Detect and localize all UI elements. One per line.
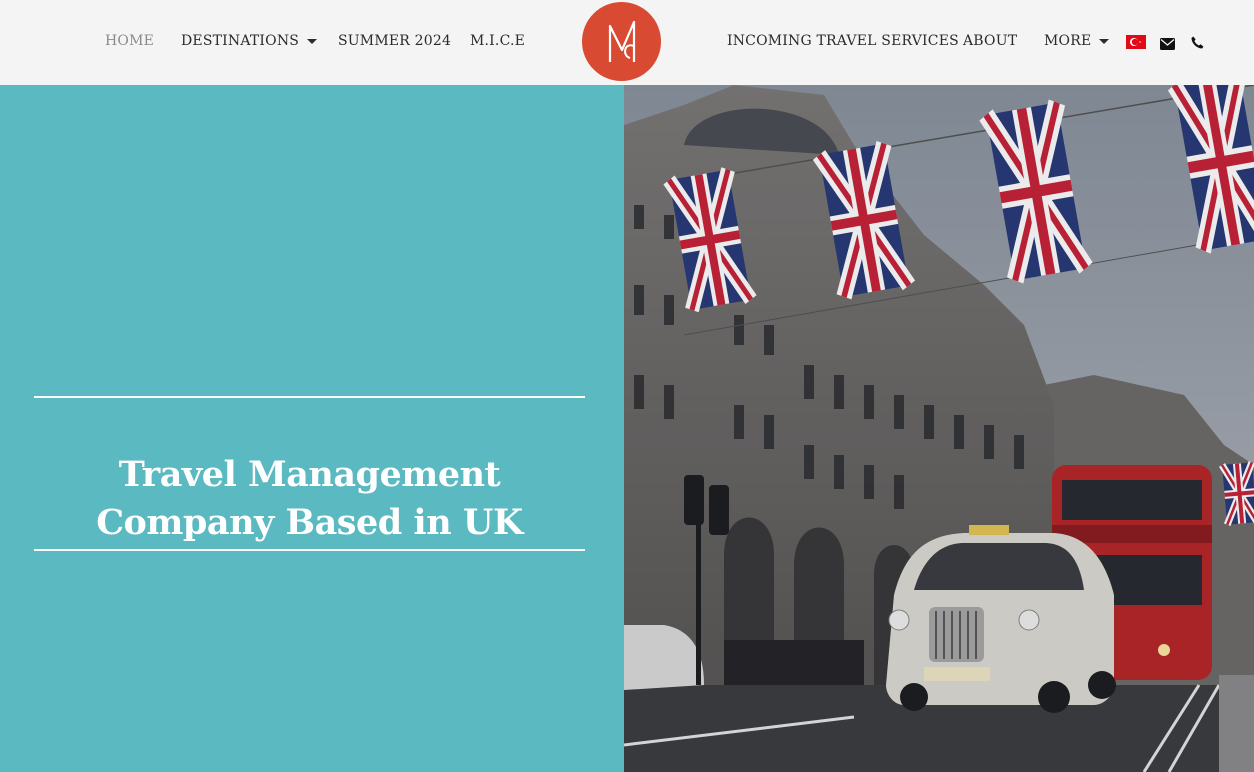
nav-summer-label: SUMMER 2024 <box>338 33 452 49</box>
hero-text-panel: Travel Management Company Based in UK <box>0 85 624 772</box>
nav-summer-2024[interactable]: SUMMER 2024 <box>338 31 451 51</box>
nav-incoming-label: INCOMING TRAVEL SERVICES <box>727 33 959 49</box>
nav-more-label: MORE <box>1044 33 1092 49</box>
bottom-divider <box>34 549 585 551</box>
m-logo-icon <box>608 20 635 62</box>
site-logo[interactable] <box>582 2 661 81</box>
london-street-image <box>624 85 1254 772</box>
nav-destinations[interactable]: DESTINATIONS <box>181 31 318 51</box>
hero-photo-london-street <box>624 85 1254 772</box>
hero-title-line1: Travel Management <box>118 454 501 495</box>
nav-mice-label: M.I.C.E <box>470 33 526 49</box>
top-divider <box>34 396 585 398</box>
hero-title-line2: Company Based in UK <box>96 502 523 543</box>
caret-down-icon <box>1099 38 1110 44</box>
site-header: HOME DESTINATIONS SUMMER 2024 M.I.C.E IN… <box>0 0 1254 85</box>
envelope-icon[interactable] <box>1160 35 1175 50</box>
nav-more[interactable]: MORE <box>1044 31 1110 51</box>
caret-down-icon <box>307 38 318 44</box>
nav-incoming-travel-services[interactable]: INCOMING TRAVEL SERVICES <box>727 31 959 51</box>
turkey-flag-icon[interactable] <box>1126 34 1146 49</box>
nav-about-label: ABOUT <box>963 33 1018 49</box>
nav-destinations-label: DESTINATIONS <box>181 33 300 49</box>
nav-home[interactable]: HOME <box>105 31 154 51</box>
hero-title: Travel Management Company Based in UK <box>34 451 585 547</box>
nav-home-label: HOME <box>105 33 155 49</box>
nav-about[interactable]: ABOUT <box>963 31 1017 51</box>
phone-icon[interactable] <box>1191 34 1204 49</box>
nav-mice[interactable]: M.I.C.E <box>470 31 525 51</box>
